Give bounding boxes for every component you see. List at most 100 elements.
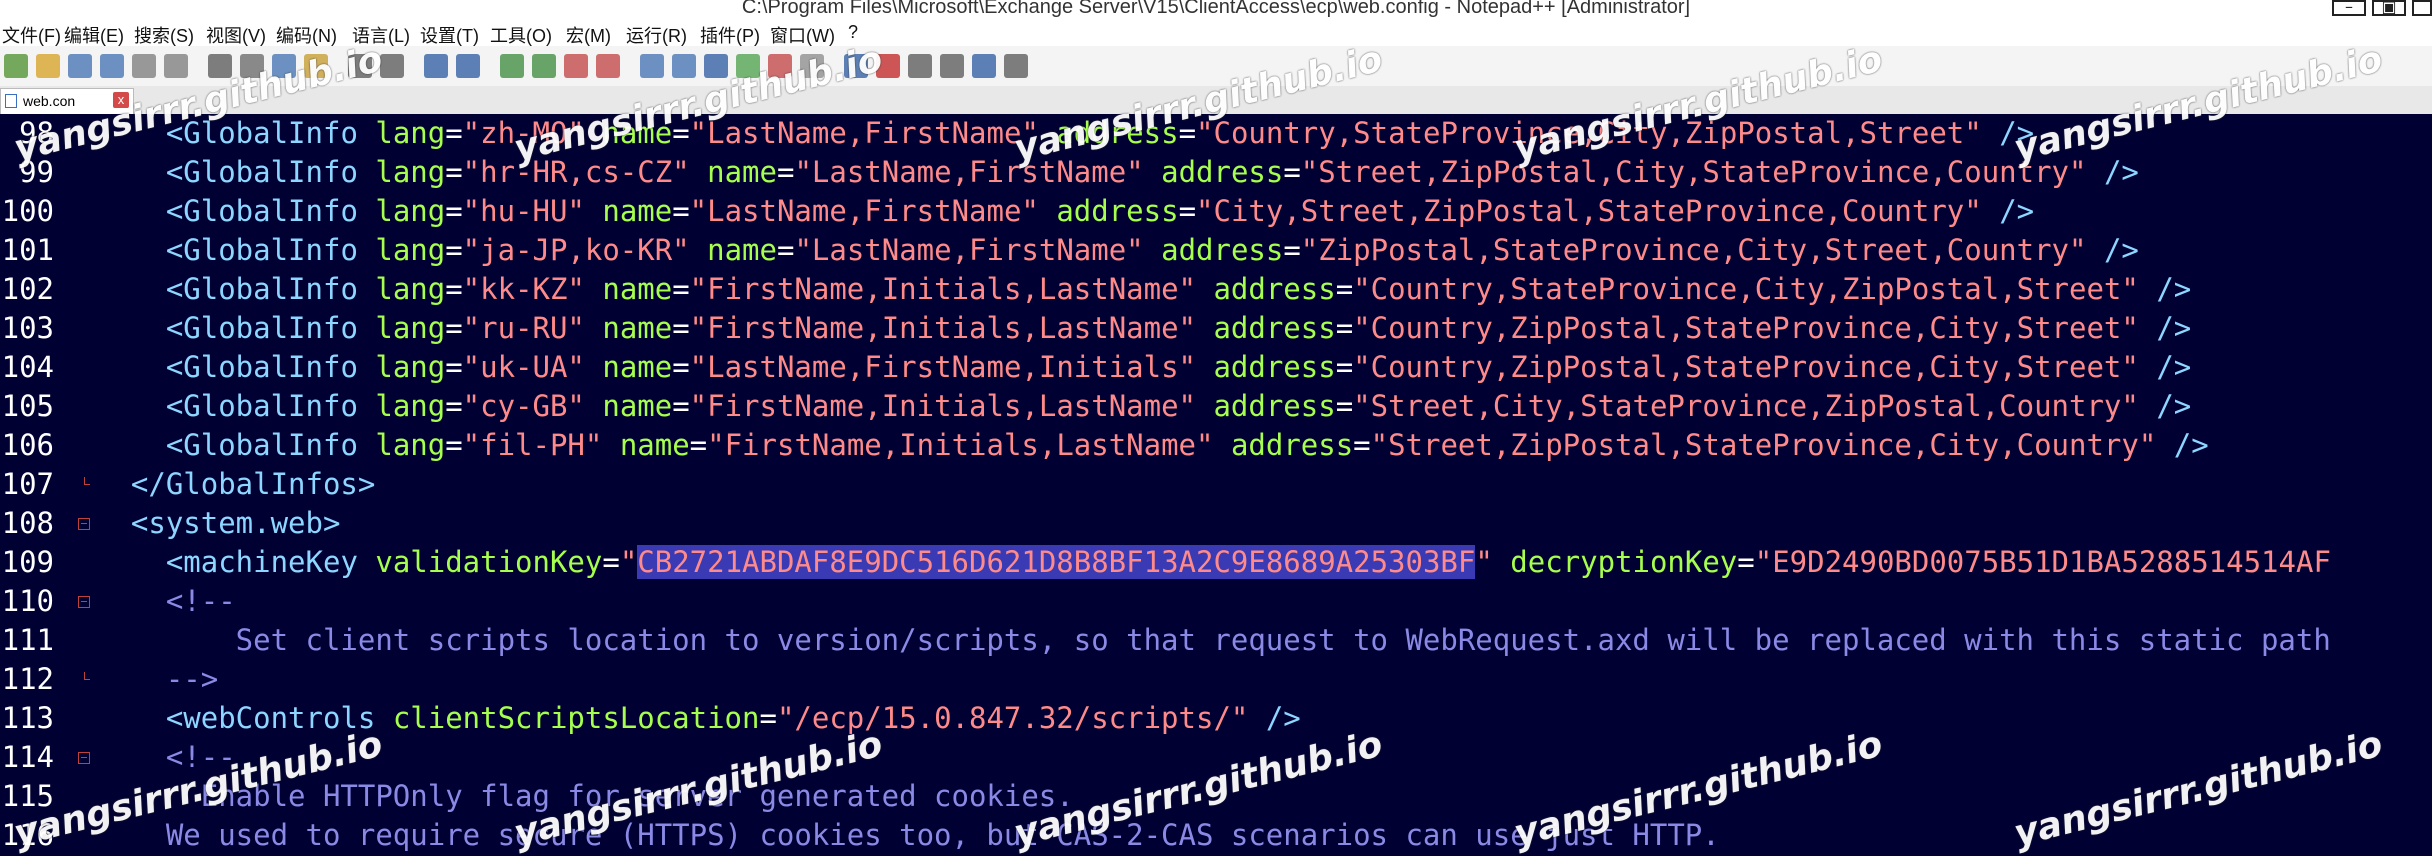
save-all-icon[interactable] (100, 54, 124, 78)
sync-v-icon[interactable] (564, 54, 588, 78)
close-icon[interactable] (132, 54, 156, 78)
fold-toggle-icon[interactable] (78, 596, 90, 608)
fold-toggle-icon[interactable] (78, 752, 90, 764)
code-line[interactable]: 106 <GlobalInfo lang="fil-PH" name="Firs… (0, 426, 2432, 465)
play-icon[interactable] (940, 54, 964, 78)
menu-tools[interactable]: 工具(O) (490, 22, 552, 48)
maximize-icon[interactable]: ▣ (2372, 0, 2406, 16)
save-icon[interactable] (68, 54, 92, 78)
menu-edit[interactable]: 编辑(E) (64, 22, 124, 48)
xml-tag: <GlobalInfo (165, 350, 376, 384)
save-macro-icon[interactable] (1004, 54, 1028, 78)
new-file-icon[interactable] (4, 54, 28, 78)
code-text: <machineKey validationKey="CB2721ABDAF8E… (96, 543, 2331, 582)
xml-tag: <GlobalInfo (165, 194, 376, 228)
code-line[interactable]: 99 <GlobalInfo lang="hr-HR,cs-CZ" name="… (0, 153, 2432, 192)
equals-sign: = (1178, 194, 1197, 228)
xml-comment: --> (165, 662, 219, 696)
close-window-icon[interactable] (2412, 0, 2432, 16)
open-file-icon[interactable] (36, 54, 60, 78)
indent-guide-icon[interactable] (704, 54, 728, 78)
fold-toggle-icon[interactable] (78, 518, 90, 530)
xml-attribute: address (1161, 155, 1284, 189)
line-number: 101 (1, 233, 54, 267)
code-line[interactable]: 112 --> (0, 660, 2432, 699)
minimize-icon[interactable]: – (2332, 0, 2366, 16)
replace-icon[interactable] (456, 54, 480, 78)
code-line[interactable]: 102 <GlobalInfo lang="kk-KZ" name="First… (0, 270, 2432, 309)
xml-value: "cy-GB" (462, 389, 585, 423)
code-line[interactable]: 108 <system.web> (0, 504, 2432, 543)
code-line[interactable]: 111 Set client scripts location to versi… (0, 621, 2432, 660)
xml-attribute: address (1056, 194, 1179, 228)
menu-plugins[interactable]: 插件(P) (700, 22, 760, 48)
menu-file[interactable]: 文件(F) (2, 22, 61, 48)
line-number: 105 (1, 389, 54, 423)
window-title: C:\Program Files\Microsoft\Exchange Serv… (741, 0, 1691, 18)
code-line[interactable]: 109 <machineKey validationKey="CB2721ABD… (0, 543, 2432, 582)
xml-value: "hr-HR,cs-CZ" (462, 155, 690, 189)
menu-search[interactable]: 搜索(S) (134, 22, 194, 48)
tab-label: web.con (23, 93, 76, 109)
code-text: <system.web> (96, 504, 341, 543)
xml-value: "FirstName,Initials,LastName" (689, 272, 1196, 306)
xml-tag: <machineKey (165, 545, 376, 579)
equals-sign: = (1335, 311, 1354, 345)
menu-macro[interactable]: 宏(M) (566, 22, 611, 48)
xml-value: "FirstName,Initials,LastName" (707, 428, 1214, 462)
line-number: 112 (1, 662, 54, 696)
code-text: <GlobalInfo lang="fil-PH" name="FirstNam… (96, 426, 2209, 465)
xml-tag: /> (2156, 272, 2192, 306)
code-line[interactable]: 101 <GlobalInfo lang="ja-JP,ko-KR" name=… (0, 231, 2432, 270)
code-line[interactable]: 107 </GlobalInfos> (0, 465, 2432, 504)
xml-tag: /> (2156, 389, 2192, 423)
xml-comment: Set client scripts location to version/s… (96, 623, 2331, 657)
find-icon[interactable] (424, 54, 448, 78)
equals-sign: = (445, 311, 463, 345)
sync-h-icon[interactable] (596, 54, 620, 78)
menu-run[interactable]: 运行(R) (626, 22, 687, 48)
equals-sign: = (672, 389, 690, 423)
code-text: <GlobalInfo lang="ru-RU" name="FirstName… (96, 309, 2191, 348)
xml-comment: <!-- (165, 584, 236, 618)
zoom-out-icon[interactable] (532, 54, 556, 78)
menu-view[interactable]: 视图(V) (206, 22, 266, 48)
code-line[interactable]: 104 <GlobalInfo lang="uk-UA" name="LastN… (0, 348, 2432, 387)
close-all-icon[interactable] (164, 54, 188, 78)
code-line[interactable]: 110 <!-- (0, 582, 2432, 621)
show-all-icon[interactable] (672, 54, 696, 78)
menu-help[interactable]: ? (848, 22, 858, 43)
code-line[interactable]: 100 <GlobalInfo lang="hu-HU" name="LastN… (0, 192, 2432, 231)
word-wrap-icon[interactable] (640, 54, 664, 78)
line-number: 114 (1, 740, 54, 774)
run-multi-icon[interactable] (972, 54, 996, 78)
equals-sign: = (1283, 155, 1301, 189)
zoom-in-icon[interactable] (500, 54, 524, 78)
xml-tag: <system.web> (130, 506, 341, 540)
xml-tag: /> (2103, 233, 2139, 267)
xml-attribute: lang (375, 350, 446, 384)
xml-attribute: name (619, 428, 690, 462)
menu-encoding[interactable]: 编码(N) (276, 22, 337, 48)
equals-sign: = (445, 194, 463, 228)
equals-sign: = (445, 428, 463, 462)
menu-settings[interactable]: 设置(T) (420, 22, 479, 48)
code-line[interactable]: 105 <GlobalInfo lang="cy-GB" name="First… (0, 387, 2432, 426)
menu-window[interactable]: 窗口(W) (770, 22, 835, 48)
code-line[interactable]: 103 <GlobalInfo lang="ru-RU" name="First… (0, 309, 2432, 348)
xml-tag: <GlobalInfo (165, 155, 376, 189)
xml-tag: /> (2156, 311, 2192, 345)
stop-icon[interactable] (908, 54, 932, 78)
